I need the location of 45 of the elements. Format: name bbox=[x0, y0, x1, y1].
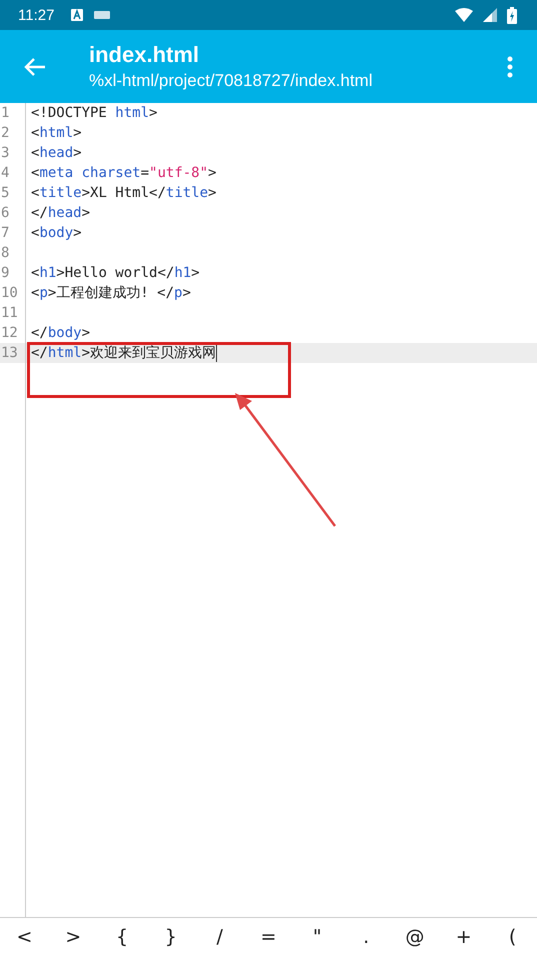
line-number: 6 bbox=[0, 205, 10, 221]
code-line: <body> bbox=[31, 225, 82, 241]
symbol-key[interactable]: . bbox=[342, 918, 390, 956]
code-line: </body> bbox=[31, 325, 90, 341]
symbol-key[interactable]: + bbox=[439, 918, 488, 956]
line-number: 2 bbox=[0, 125, 10, 141]
line-number: 8 bbox=[0, 245, 10, 261]
code-line: <meta charset="utf-8"> bbox=[31, 165, 216, 181]
clock: 11:27 bbox=[18, 6, 54, 24]
code-line: <html> bbox=[31, 125, 82, 141]
file-title: index.html bbox=[89, 40, 200, 68]
file-path: %xl-html/project/70818727/index.html bbox=[89, 70, 374, 92]
keyboard-icon bbox=[94, 10, 110, 20]
symbol-key[interactable]: @ bbox=[390, 918, 440, 956]
symbol-key[interactable]: } bbox=[146, 918, 196, 956]
keyboard-app-icon bbox=[70, 8, 84, 22]
line-number: 12 bbox=[0, 325, 19, 341]
symbol-key[interactable]: ( bbox=[488, 918, 537, 956]
line-number: 4 bbox=[0, 165, 10, 181]
line-number: 3 bbox=[0, 145, 10, 161]
line-number: 7 bbox=[0, 225, 10, 241]
line-number: 9 bbox=[0, 265, 10, 281]
line-number: 11 bbox=[0, 305, 19, 321]
line-number: 13 bbox=[0, 345, 19, 361]
line-number: 5 bbox=[0, 185, 10, 201]
code-line: <p>工程创建成功! </p> bbox=[31, 284, 191, 302]
more-menu-icon[interactable] bbox=[507, 56, 513, 78]
battery-charging-icon bbox=[507, 6, 517, 24]
symbol-key[interactable]: = bbox=[244, 918, 293, 956]
code-line: <head> bbox=[31, 145, 82, 161]
symbol-key[interactable]: " bbox=[292, 918, 342, 956]
code-line: <title>XL Html</title> bbox=[31, 185, 216, 201]
code-line: <!DOCTYPE html> bbox=[31, 105, 158, 121]
symbol-key[interactable]: { bbox=[98, 918, 146, 956]
back-arrow-icon[interactable] bbox=[24, 56, 46, 76]
code-line: </head> bbox=[31, 205, 90, 221]
signal-icon bbox=[483, 8, 497, 22]
symbol-key[interactable]: / bbox=[195, 918, 244, 956]
symbol-key[interactable]: < bbox=[0, 918, 49, 956]
line-number: 10 bbox=[0, 285, 19, 301]
code-line: <h1>Hello world</h1> bbox=[31, 265, 200, 281]
wifi-icon bbox=[455, 8, 473, 22]
code-line: </html>欢迎来到宝贝游戏网 bbox=[31, 344, 218, 362]
line-number: 1 bbox=[0, 105, 10, 121]
symbol-key[interactable]: > bbox=[48, 918, 98, 956]
